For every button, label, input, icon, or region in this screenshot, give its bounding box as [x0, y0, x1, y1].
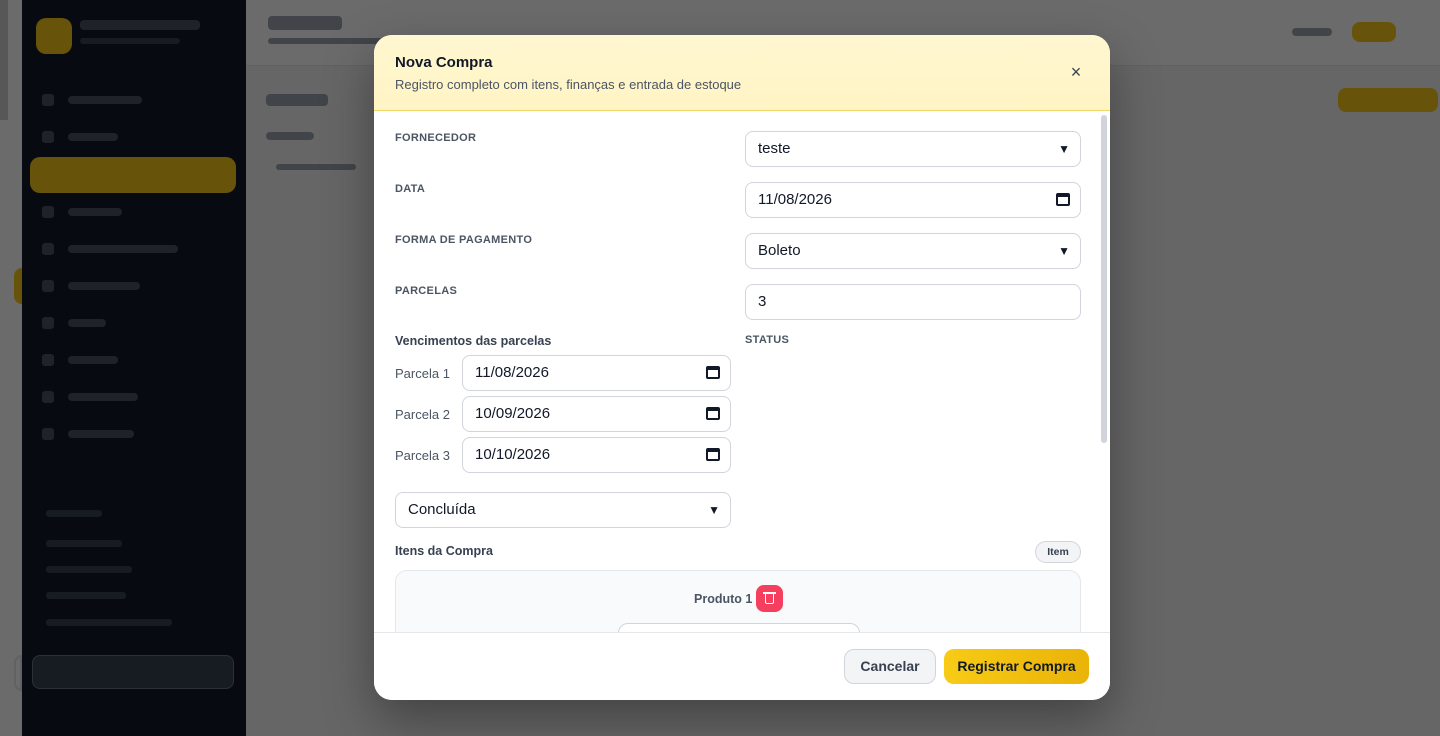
- forma-pagamento-label: FORMA DE PAGAMENTO: [395, 234, 533, 246]
- parcela-2-label: Parcela 2: [395, 407, 450, 422]
- forma-pagamento-select[interactable]: Boleto ▼: [745, 233, 1081, 269]
- parcela-1-date-input[interactable]: 11/08/2026: [462, 355, 731, 391]
- registrar-compra-button[interactable]: Registrar Compra: [944, 649, 1089, 684]
- modal-subtitle: Registro completo com itens, finanças e …: [395, 77, 742, 92]
- status-value: Concluída: [408, 501, 476, 518]
- produto-title: Produto 1: [694, 592, 753, 606]
- cancel-button[interactable]: Cancelar: [844, 649, 936, 684]
- vencimentos-title: Vencimentos das parcelas: [395, 334, 552, 348]
- forma-pagamento-value: Boleto: [758, 242, 801, 259]
- data-input[interactable]: 11/08/2026: [745, 182, 1081, 218]
- close-icon[interactable]: ×: [1064, 60, 1088, 84]
- data-value: 11/08/2026: [758, 191, 832, 208]
- parcelas-input[interactable]: 3: [745, 284, 1081, 320]
- data-label: DATA: [395, 183, 426, 195]
- trash-icon[interactable]: [756, 585, 783, 612]
- parcelas-label: PARCELAS: [395, 285, 458, 297]
- calendar-icon[interactable]: [706, 448, 720, 461]
- parcela-3-label: Parcela 3: [395, 448, 450, 463]
- parcelas-value: 3: [758, 293, 767, 310]
- status-label: STATUS: [745, 334, 790, 346]
- parcela-3-date-input[interactable]: 10/10/2026: [462, 437, 731, 473]
- modal-scrollbar[interactable]: [1101, 115, 1107, 443]
- calendar-icon[interactable]: [706, 407, 720, 420]
- modal-body: FORNECEDOR teste ▼ DATA 11/08/2026 FORMA…: [374, 111, 1110, 632]
- fornecedor-value: teste: [758, 140, 791, 157]
- calendar-icon[interactable]: [706, 366, 720, 379]
- chevron-down-icon: ▼: [708, 503, 720, 517]
- parcela-1-label: Parcela 1: [395, 366, 450, 381]
- fornecedor-label: FORNECEDOR: [395, 132, 477, 144]
- modal-footer: Cancelar Registrar Compra: [374, 632, 1110, 700]
- parcela-2-value: 10/09/2026: [475, 405, 551, 422]
- parcela-1-value: 11/08/2026: [475, 364, 549, 381]
- produto-card: Produto 1: [395, 570, 1081, 632]
- parcela-2-date-input[interactable]: 10/09/2026: [462, 396, 731, 432]
- modal-title: Nova Compra: [395, 54, 493, 71]
- add-item-button[interactable]: Item: [1035, 541, 1081, 563]
- modal-header: Nova Compra Registro completo com itens,…: [374, 35, 1110, 111]
- calendar-icon[interactable]: [1056, 193, 1070, 206]
- chevron-down-icon: ▼: [1058, 244, 1070, 258]
- chevron-down-icon: ▼: [1058, 142, 1070, 156]
- nova-compra-modal: Nova Compra Registro completo com itens,…: [374, 35, 1110, 700]
- produto-select[interactable]: [618, 623, 860, 632]
- fornecedor-select[interactable]: teste ▼: [745, 131, 1081, 167]
- status-select[interactable]: Concluída ▼: [395, 492, 731, 528]
- itens-title: Itens da Compra: [395, 544, 493, 558]
- parcela-3-value: 10/10/2026: [475, 446, 551, 463]
